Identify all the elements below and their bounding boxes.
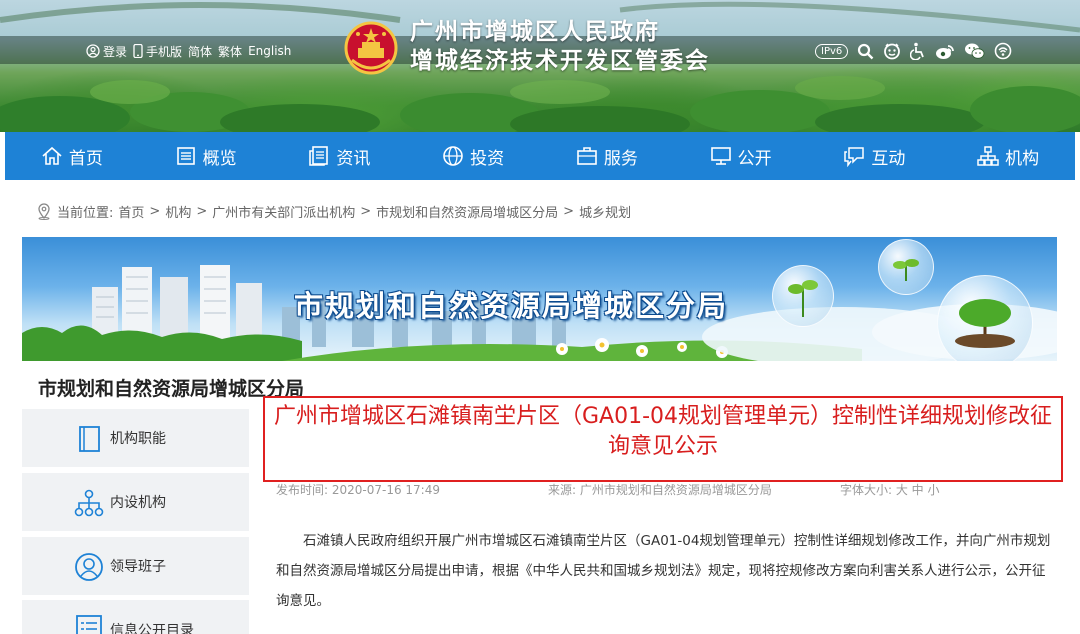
english-label: English [248,44,292,58]
sidebar-label-departments: 内设机构 [110,495,166,511]
article-source: 来源: 广州市规划和自然资源局增城区分局 [548,483,772,497]
government-title-line2: 增城经济技术开发区管委会 [410,48,710,74]
nav-item-overview[interactable]: 概览 [167,144,245,169]
traditional-label: 繁体 [218,44,243,59]
government-title: 广州市增城区人民政府 增城经济技术开发区管委会 [410,18,710,76]
globe-icon [443,146,463,166]
login-label: 登录 [103,44,128,59]
article-paragraph: 石滩镇人民政府组织开展广州市增城区石滩镇南坣片区（GA01-04规划管理单元）控… [276,533,1051,609]
person-icon [75,553,103,581]
breadcrumb-urban-planning[interactable]: 城乡规划 [579,202,631,221]
nav-item-interact[interactable]: 互动 [835,144,913,169]
national-emblem-icon [344,21,398,75]
news-icon [309,146,329,166]
simplified-label: 简体 [188,44,213,59]
monitor-icon [710,147,731,165]
government-title-line1: 广州市增城区人民政府 [410,19,660,45]
login-link[interactable]: 登录 [86,43,127,60]
nav-item-org[interactable]: 机构 [969,144,1047,169]
breadcrumb-separator: > [149,203,161,219]
breadcrumb-home[interactable]: 首页 [118,202,144,221]
nav-label-news: 资讯 [336,148,371,169]
sidebar-label-leadership: 领导班子 [110,559,166,575]
briefcase-icon [577,147,597,165]
sidebar-item-departments[interactable]: 内设机构 [22,473,249,531]
sidebar-label-disclosure-catalog: 信息公开目录 [110,623,194,634]
english-link[interactable]: English [248,44,291,58]
nav-label-org: 机构 [1005,148,1040,169]
accessibility-icon[interactable] [910,42,926,60]
site-header: 登录 手机版 简体 繁体 English 广州市增城区人民政府 增城经济技术开发… [0,0,1080,132]
nav-item-public[interactable]: 公开 [702,144,780,169]
audio-icon[interactable] [994,42,1012,60]
banner-title: 市规划和自然资源局增城区分局 [294,289,729,323]
simplified-link[interactable]: 简体 [188,43,212,60]
home-icon [42,146,62,165]
sidebar-item-disclosure-catalog[interactable]: 信息公开目录 [22,600,249,634]
breadcrumb-separator: > [196,203,208,219]
breadcrumb-separator: > [563,203,575,219]
phone-icon [133,44,143,58]
nav-item-home[interactable]: 首页 [33,144,111,169]
header-links: 登录 手机版 简体 繁体 English [86,40,291,62]
list-icon [76,615,102,634]
org-chart-icon [74,489,104,517]
nav-label-overview: 概览 [202,148,237,169]
overview-icon [176,147,195,165]
breadcrumb-prefix: 当前位置: [57,205,114,221]
wechat-icon[interactable] [964,42,985,60]
nav-item-news[interactable]: 资讯 [300,144,378,169]
nav-label-interact: 互动 [871,148,906,169]
header-tools: IPv6 [815,40,1012,62]
sidebar-item-leadership[interactable]: 领导班子 [22,537,249,595]
breadcrumb-bureau[interactable]: 市规划和自然资源局增城区分局 [376,202,558,221]
nav-label-public: 公开 [737,148,772,169]
nav-label-home: 首页 [68,148,103,169]
font-size-switcher[interactable]: 字体大小: 大 中 小 [840,481,940,498]
nav-item-service[interactable]: 服务 [568,144,646,169]
search-icon[interactable] [857,43,874,60]
breadcrumb-dispatched-agencies[interactable]: 广州市有关部门派出机构 [212,202,355,221]
weibo-icon[interactable] [935,43,955,60]
sidebar-item-functions[interactable]: 机构职能 [22,409,249,467]
mobile-link[interactable]: 手机版 [133,43,182,60]
breadcrumb: 当前位置: 首页 > 机构 > 广州市有关部门派出机构 > 市规划和自然资源局增… [36,201,631,221]
chat-icon [844,147,865,167]
nav-item-invest[interactable]: 投资 [434,144,512,169]
breadcrumb-separator: > [360,203,372,219]
breadcrumb-org[interactable]: 机构 [165,202,191,221]
document-icon [79,426,100,452]
article-title: 广州市增城区石滩镇南坣片区（GA01-04规划管理单元）控制性详细规划修改征询意… [273,404,1053,459]
sidebar-label-functions: 机构职能 [110,431,166,447]
department-banner: 市规划和自然资源局增城区分局 [22,237,1057,361]
org-icon [977,146,999,166]
main-nav: 首页 概览 资讯 投资 服务 公开 互动 机构 [5,132,1075,180]
article-publish-time: 发布时间: 2020-07-16 17:49 [276,483,440,497]
ipv6-badge: IPv6 [815,43,849,59]
article-body: 石滩镇人民政府组织开展广州市增城区石滩镇南坣片区（GA01-04规划管理单元）控… [276,526,1056,616]
face-icon[interactable] [883,42,901,60]
location-pin-icon [38,202,50,220]
user-icon [86,44,100,58]
nav-label-invest: 投资 [470,148,505,169]
nav-label-service: 服务 [603,148,638,169]
traditional-link[interactable]: 繁体 [218,43,242,60]
mobile-label: 手机版 [146,44,183,59]
